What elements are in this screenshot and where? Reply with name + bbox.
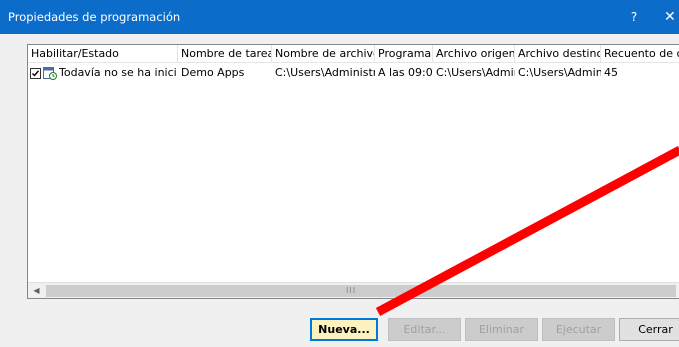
run-button-label: Ejecutar	[555, 323, 602, 336]
edit-button[interactable]: Editar...	[388, 318, 461, 341]
close-button-label: Cerrar	[638, 323, 673, 336]
enable-status-cell: Todavía no se ha iniciado	[28, 65, 178, 82]
column-header-task-name[interactable]: Nombre de tarea	[178, 45, 272, 63]
column-header-enable-status[interactable]: Habilitar/Estado	[28, 45, 178, 63]
scheduled-task-icon	[43, 67, 57, 80]
file-name-cell: C:\Users\Administrator	[275, 66, 375, 79]
edit-button-label: Editar...	[403, 323, 446, 336]
new-button-label: Nueva...	[318, 323, 370, 336]
task-name-cell: Demo Apps	[181, 66, 245, 79]
table-row[interactable]: Todavía no se ha iniciado Demo Apps C:\U…	[28, 65, 679, 82]
enable-checkbox[interactable]	[30, 68, 41, 79]
schedule-properties-dialog: Propiedades de programación ? ✕ Habilita…	[0, 0, 679, 347]
source-file-cell: C:\Users\Admin	[436, 66, 515, 79]
delete-button[interactable]: Eliminar	[465, 318, 538, 341]
scroll-thumb[interactable]: III	[46, 285, 676, 297]
close-button[interactable]: Cerrar	[619, 318, 679, 341]
help-button[interactable]: ?	[622, 5, 646, 29]
column-header-source-file[interactable]: Archivo origen	[433, 45, 515, 63]
destination-file-cell: C:\Users\Admin	[518, 66, 601, 79]
new-button[interactable]: Nueva...	[310, 318, 378, 341]
run-button[interactable]: Ejecutar	[542, 318, 615, 341]
schedule-cell: A las 09:00	[378, 66, 433, 79]
scroll-left-arrow-icon[interactable]: ◀	[28, 283, 45, 298]
delete-button-label: Eliminar	[478, 323, 525, 336]
column-header-file-name[interactable]: Nombre de archivo	[272, 45, 375, 63]
close-icon[interactable]: ✕	[664, 5, 679, 29]
list-header: Habilitar/Estado Nombre de tarea Nombre …	[28, 45, 679, 63]
scroll-grip: III	[346, 286, 357, 295]
count-cell: 45	[604, 66, 618, 79]
title-bar: Propiedades de programación ? ✕	[0, 0, 679, 34]
column-header-destination-file[interactable]: Archivo destino	[515, 45, 601, 63]
column-header-schedule[interactable]: Programa	[375, 45, 433, 63]
window-title: Propiedades de programación	[8, 10, 181, 24]
status-text: Todavía no se ha iniciado	[59, 66, 177, 79]
horizontal-scrollbar[interactable]: ◀ III	[28, 282, 679, 298]
schedule-list[interactable]: Habilitar/Estado Nombre de tarea Nombre …	[27, 44, 679, 299]
checkmark-icon	[32, 70, 40, 77]
column-header-count[interactable]: Recuento de ca	[601, 45, 679, 63]
